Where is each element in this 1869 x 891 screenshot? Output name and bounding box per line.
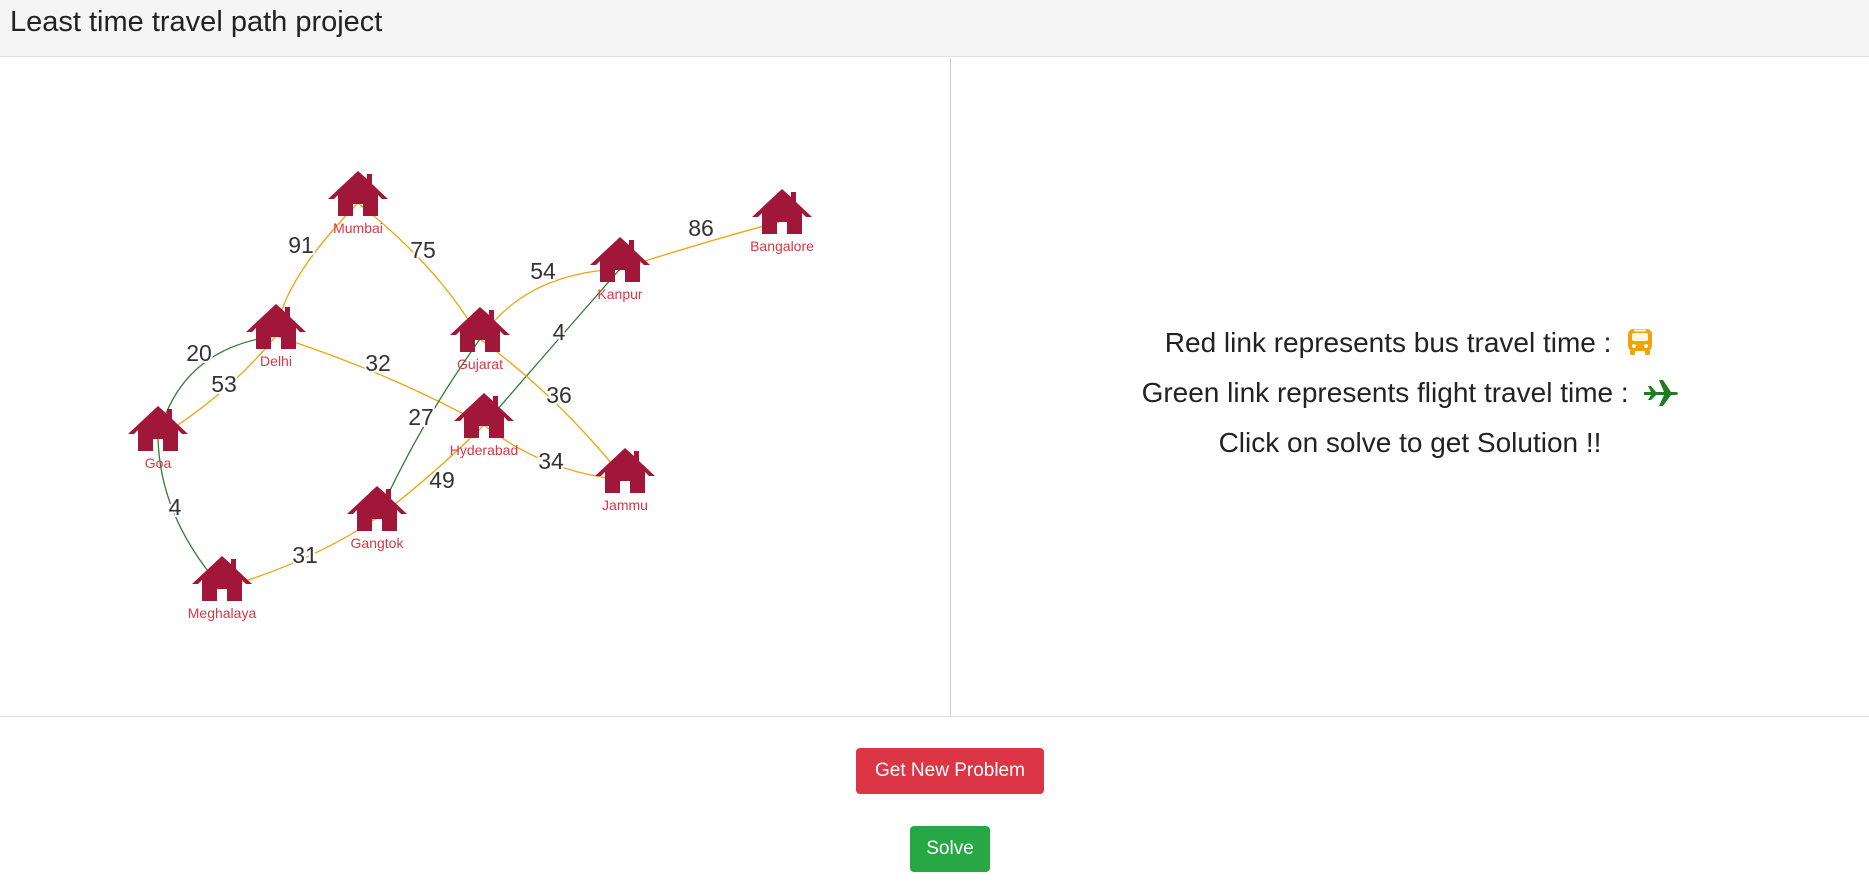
footer-divider bbox=[0, 716, 1869, 717]
city-label: Jammu bbox=[602, 497, 648, 513]
edge-weight-label: 20 bbox=[186, 340, 212, 366]
info-panel: Red link represents bus travel time : Gr… bbox=[951, 58, 1869, 716]
edge-layer: 91 75 86 54 4 32 36 20 53 27 34 49 4 31 bbox=[157, 202, 783, 589]
travel-graph[interactable]: 91 75 86 54 4 32 36 20 53 27 34 49 4 31 Mumbai Bangalo… bbox=[0, 58, 950, 716]
house-icon bbox=[454, 393, 514, 438]
solve-button[interactable]: Solve bbox=[910, 826, 990, 872]
edge-weight-label: 31 bbox=[292, 542, 318, 568]
get-new-problem-button[interactable]: Get New Problem bbox=[856, 748, 1044, 794]
airplane-icon bbox=[1642, 375, 1679, 420]
city-node-goa[interactable]: Goa bbox=[128, 406, 188, 471]
city-node-gujarat[interactable]: Gujarat bbox=[450, 307, 510, 372]
city-node-jammu[interactable]: Jammu bbox=[595, 448, 655, 513]
edge-weight-label: 54 bbox=[530, 258, 556, 284]
city-label: Gangtok bbox=[351, 535, 405, 551]
city-label: Mumbai bbox=[333, 220, 383, 236]
bus-icon bbox=[1625, 325, 1655, 370]
house-icon bbox=[246, 304, 306, 349]
city-label: Goa bbox=[145, 455, 172, 471]
city-node-kanpur[interactable]: Kanpur bbox=[590, 237, 650, 302]
city-label: Meghalaya bbox=[188, 605, 257, 621]
edge-weight-label: 36 bbox=[546, 382, 572, 408]
house-icon bbox=[347, 486, 407, 531]
app-title: Least time travel path project bbox=[10, 6, 383, 38]
city-node-bangalore[interactable]: Bangalore bbox=[750, 189, 814, 254]
city-node-mumbai[interactable]: Mumbai bbox=[328, 171, 388, 236]
app-header: Least time travel path project bbox=[0, 0, 1869, 57]
edge-weight-label: 86 bbox=[688, 215, 714, 241]
bus-legend-text: Red link represents bus travel time : bbox=[1164, 327, 1612, 358]
house-icon bbox=[192, 556, 252, 601]
legend-text: Red link represents bus travel time : Gr… bbox=[951, 320, 1869, 465]
edge-weight-label: 75 bbox=[410, 237, 436, 263]
edge-weight-label: 34 bbox=[538, 448, 564, 474]
flight-legend-text: Green link represents flight travel time… bbox=[1141, 377, 1629, 408]
graph-panel: 91 75 86 54 4 32 36 20 53 27 34 49 4 31 Mumbai Bangalo… bbox=[0, 58, 950, 716]
city-node-meghalaya[interactable]: Meghalaya bbox=[188, 556, 257, 621]
edge-weight-label: 4 bbox=[169, 494, 182, 520]
city-label: Delhi bbox=[260, 353, 292, 369]
city-label: Kanpur bbox=[597, 286, 642, 302]
city-node-hyderabad[interactable]: Hyderabad bbox=[450, 393, 519, 458]
city-node-gangtok[interactable]: Gangtok bbox=[347, 486, 407, 551]
edge-weight-label: 32 bbox=[365, 350, 391, 376]
edge-weight-label: 53 bbox=[211, 371, 237, 397]
solve-hint-line: Click on solve to get Solution !! bbox=[1218, 427, 1602, 458]
edge-weight-label: 27 bbox=[408, 404, 434, 430]
edge-weight-label: 91 bbox=[288, 232, 314, 258]
edge-weight-label: 4 bbox=[553, 319, 566, 345]
house-icon bbox=[328, 171, 388, 216]
city-label: Gujarat bbox=[457, 356, 503, 372]
bus-legend-line: Red link represents bus travel time : bbox=[951, 320, 1869, 370]
city-label: Hyderabad bbox=[450, 442, 519, 458]
house-icon bbox=[590, 237, 650, 282]
city-label: Bangalore bbox=[750, 238, 814, 254]
flight-legend-line: Green link represents flight travel time… bbox=[951, 370, 1869, 420]
edge-weight-label: 49 bbox=[429, 467, 455, 493]
